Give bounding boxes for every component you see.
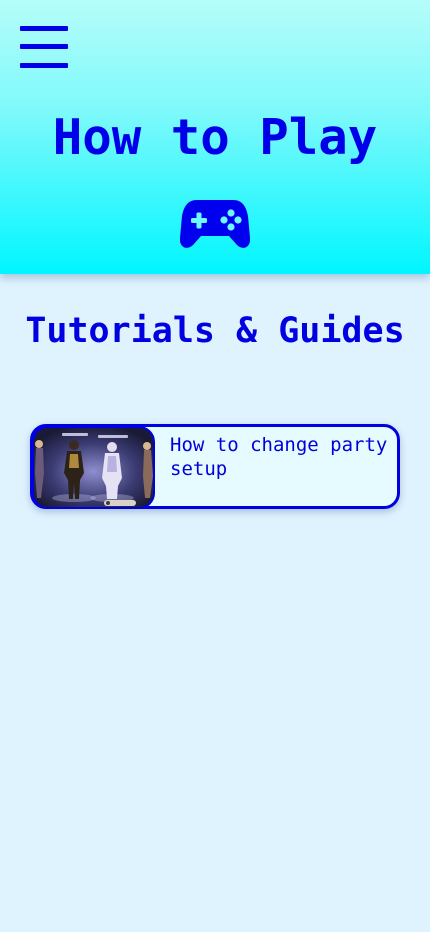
hamburger-menu-icon[interactable] — [20, 26, 68, 68]
section-title: Tutorials & Guides — [25, 311, 405, 351]
party-setup-screenshot-image — [34, 428, 153, 507]
menu-bar-middle — [20, 44, 68, 49]
menu-bar-top — [20, 26, 68, 31]
header: How to Play — [0, 0, 430, 274]
gamepad-icon — [180, 200, 250, 248]
menu-bar-bottom — [20, 63, 68, 68]
page-title: How to Play — [52, 109, 378, 166]
tutorial-card[interactable]: How to change party setup — [30, 424, 400, 509]
tutorial-title: How to change party setup — [170, 434, 388, 480]
tutorial-thumbnail — [32, 426, 155, 509]
